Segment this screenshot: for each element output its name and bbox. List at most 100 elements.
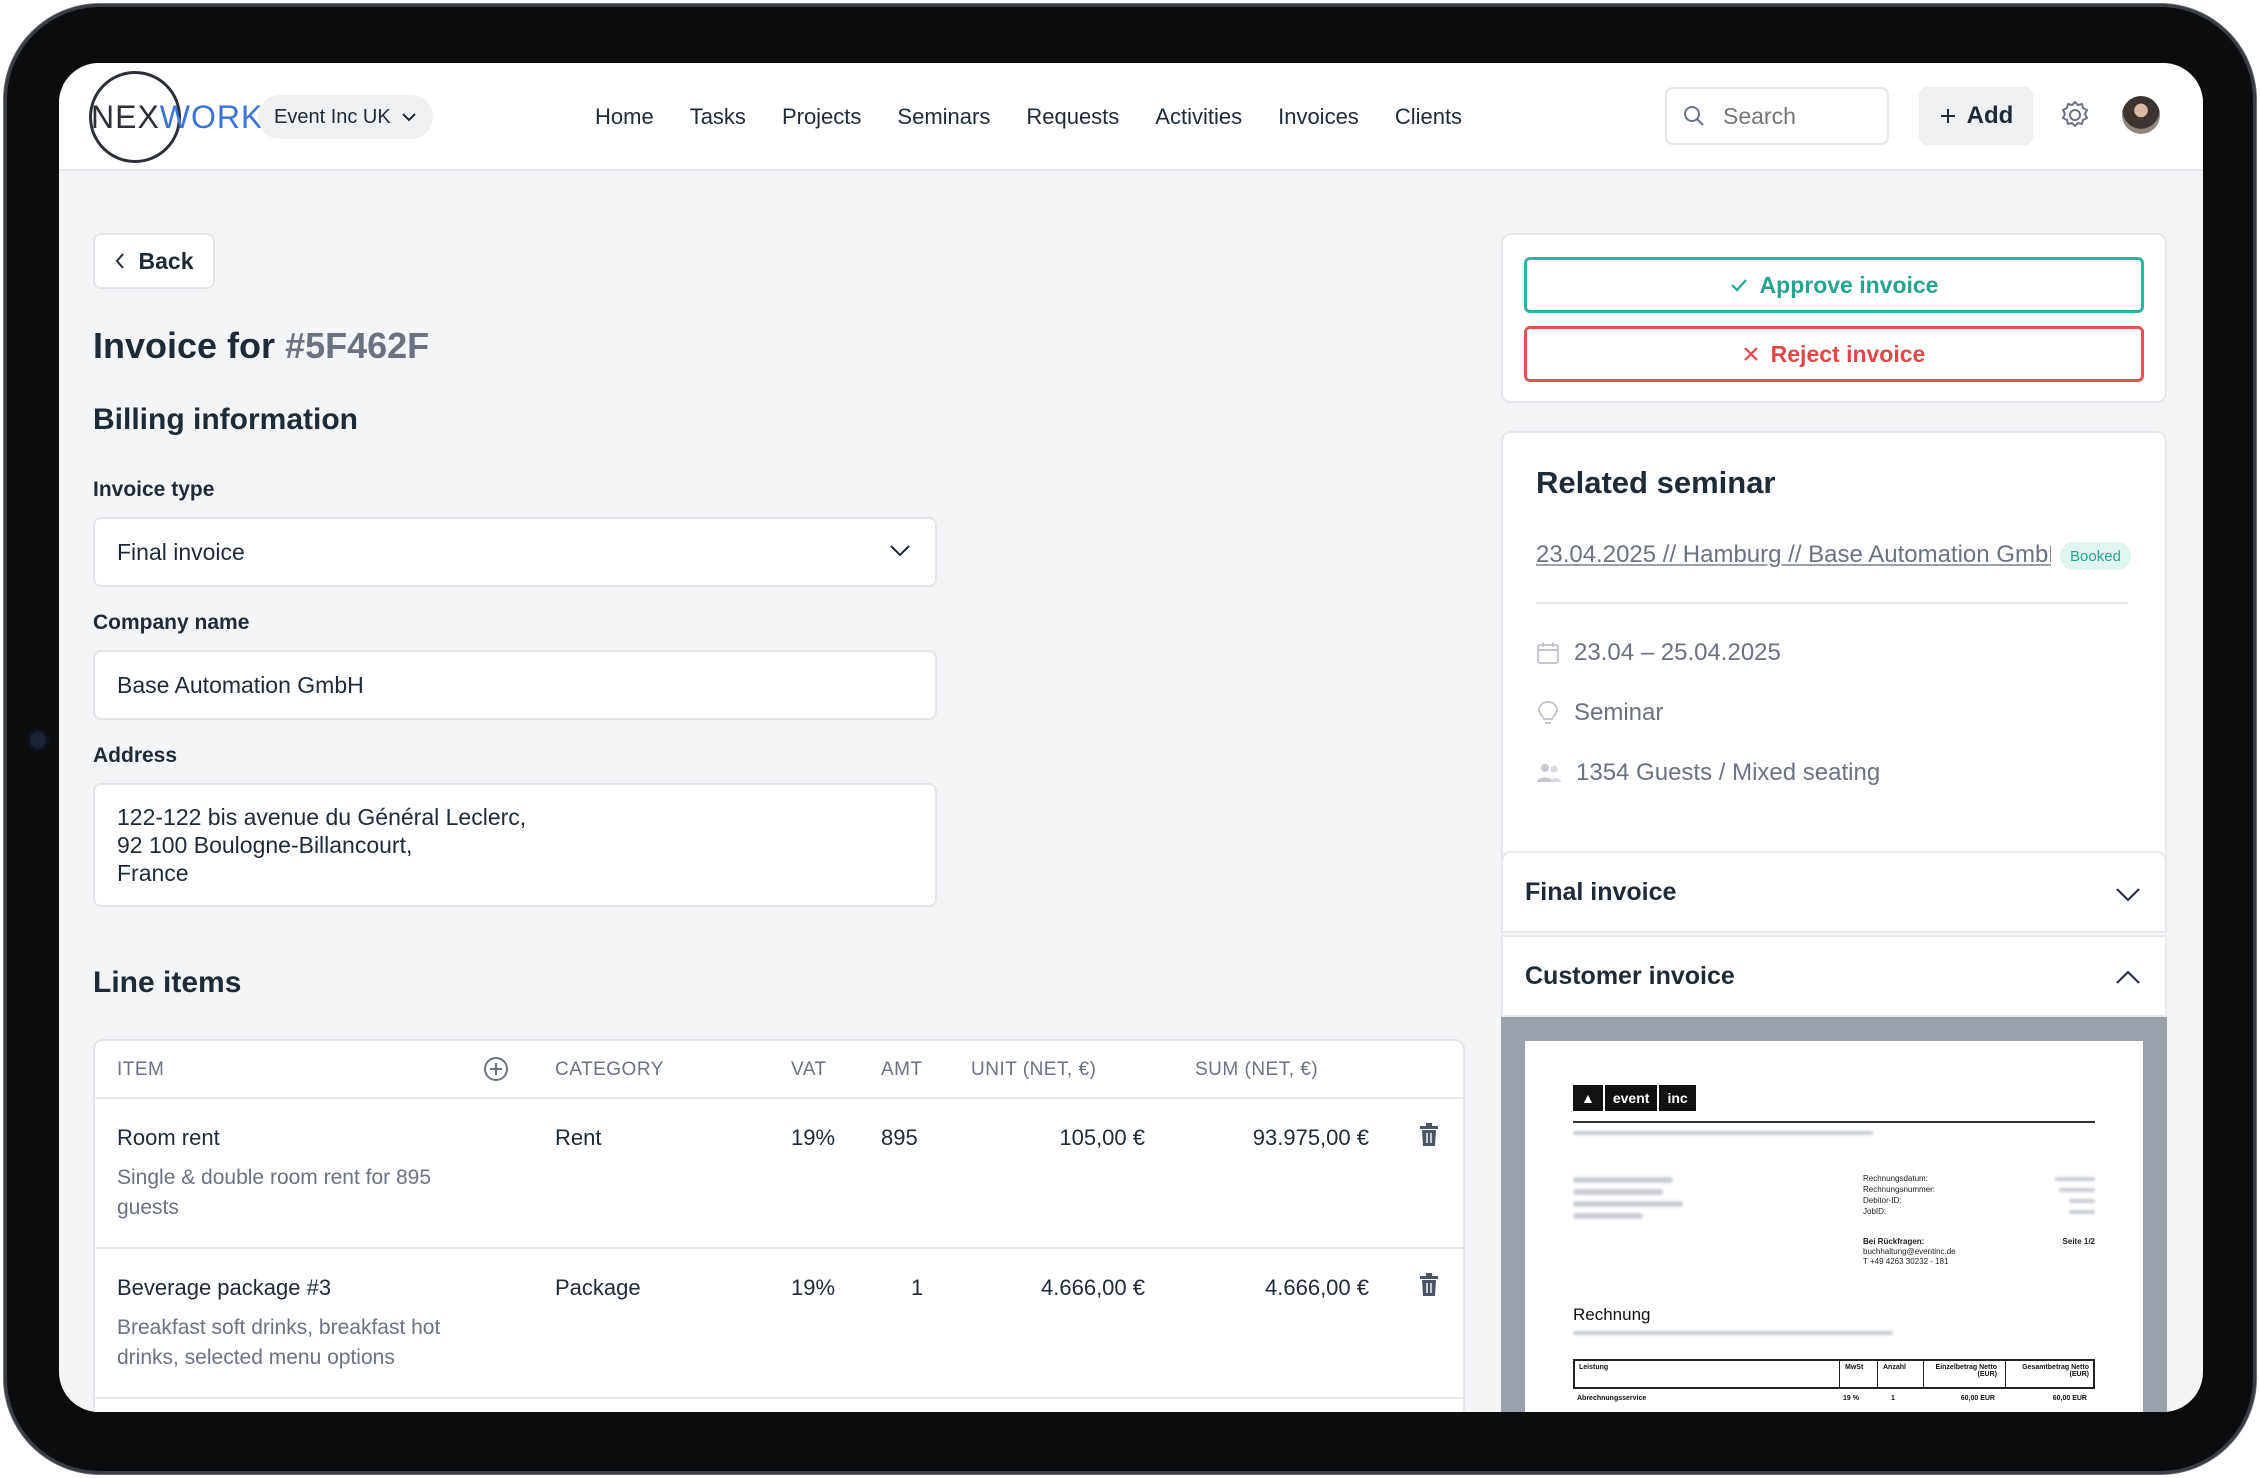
doc-meta-label: Rechnungsnummer: [1863, 1185, 1936, 1194]
item-name: Room rent [117, 1125, 220, 1150]
item-category: Rent [555, 1125, 602, 1150]
col-item: ITEM [117, 1059, 165, 1080]
event-inc-logo: ▲ event inc [1573, 1085, 1696, 1111]
doc-meta-labels: Rechnungsdatum: Rechnungsnummer: Debitor… [1863, 1173, 1935, 1217]
doc-col-divider [2005, 1361, 2006, 1387]
chevron-left-icon [115, 253, 124, 269]
doc-col: MwSt [1845, 1364, 1864, 1371]
page-title-prefix: Invoice for [93, 325, 276, 366]
doc-table-header: Leistung MwSt Anzahl Einzelbetrag Netto … [1573, 1359, 2095, 1389]
doc-cell: 60,00 EUR [1960, 1395, 1995, 1402]
nexwork-logo[interactable]: NEXWORK [89, 71, 263, 163]
doc-contact-email: buchhaltung@eventinc.de [1863, 1247, 1956, 1256]
doc-meta-label: Rechnungsdatum: [1863, 1174, 1928, 1183]
seminar-guests: 1354 Guests / Mixed seating [1536, 759, 1880, 787]
seminar-dates-text: 23.04 – 25.04.2025 [1574, 639, 1781, 666]
item-amt: 895 [881, 1125, 918, 1150]
doc-col-divider [1839, 1361, 1840, 1387]
doc-cell: 60,00 EUR [2052, 1395, 2087, 1402]
item-sum: 93.975,00 € [1252, 1125, 1369, 1150]
gear-icon[interactable] [2058, 98, 2092, 132]
main-nav: Home Tasks Projects Seminars Requests Ac… [595, 63, 1498, 171]
search-box[interactable] [1665, 87, 1889, 145]
item-description: Single & double room rent for 895 guests [117, 1166, 432, 1219]
doc-cell: 19 % [1843, 1395, 1859, 1402]
address-textarea[interactable]: 122-122 bis avenue du Général Leclerc, 9… [93, 783, 937, 907]
doc-col: Einzelbetrag Netto (EUR) [1935, 1364, 1997, 1378]
top-navigation-bar: NEXWORK Event Inc UK Home Tasks Projects… [59, 63, 2203, 171]
doc-col: Leistung [1579, 1364, 1609, 1371]
nav-activities[interactable]: Activities [1155, 104, 1242, 130]
add-circle-icon[interactable] [483, 1056, 509, 1082]
approve-invoice-label: Approve invoice [1759, 271, 1939, 298]
line-items-heading: Line items [93, 966, 242, 999]
address-label: Address [93, 744, 178, 767]
status-badge: Booked [2060, 542, 2131, 570]
blurred-line [1573, 1131, 1873, 1135]
nav-tasks[interactable]: Tasks [690, 104, 746, 130]
blurred-line [1573, 1177, 1673, 1183]
customer-invoice-accordion[interactable]: Customer invoice [1501, 935, 2167, 1017]
item-sum: 4.666,00 € [1265, 1275, 1369, 1300]
camera-dot [30, 732, 46, 748]
final-invoice-accordion-label: Final invoice [1525, 877, 1677, 906]
reject-invoice-button[interactable]: Reject invoice [1524, 326, 2144, 382]
item-unit: 4.666,00 € [1041, 1275, 1145, 1300]
doc-meta-label: Debitor-ID: [1863, 1196, 1902, 1205]
search-input[interactable] [1721, 101, 1871, 131]
invoice-type-label: Invoice type [93, 478, 215, 501]
item-unit: 105,00 € [1059, 1125, 1145, 1150]
seminar-guests-text: 1354 Guests / Mixed seating [1576, 759, 1881, 786]
seminar-dates: 23.04 – 25.04.2025 [1536, 639, 1781, 667]
doc-meta-label: JobID: [1863, 1207, 1887, 1216]
doc-heading: Rechnung [1573, 1305, 1651, 1324]
final-invoice-accordion[interactable]: Final invoice [1501, 851, 2167, 933]
plus-icon [1940, 109, 1955, 123]
related-seminar-heading: Related seminar [1536, 465, 1776, 500]
item-vat: 19% [791, 1275, 836, 1300]
billing-heading: Billing information [93, 403, 358, 436]
table-row[interactable]: Room rent Single & double room rent for … [95, 1099, 1463, 1249]
col-sum: SUM (NET, €) [1195, 1059, 1319, 1080]
chevron-up-icon [2116, 970, 2140, 984]
add-button-label: Add [1966, 102, 2014, 129]
doc-col: Anzahl [1883, 1364, 1906, 1371]
company-name-value: Base Automation GmbH [117, 671, 364, 698]
nav-seminars[interactable]: Seminars [897, 104, 990, 130]
doc-cell: Abrechnungsservice [1577, 1395, 1647, 1402]
nav-requests[interactable]: Requests [1026, 104, 1119, 130]
user-avatar[interactable] [2122, 96, 2160, 134]
nav-clients[interactable]: Clients [1395, 104, 1462, 130]
trash-icon[interactable] [1419, 1273, 1439, 1297]
nav-projects[interactable]: Projects [782, 104, 861, 130]
back-button[interactable]: Back [93, 233, 215, 289]
org-switcher[interactable]: Event Inc UK [258, 95, 433, 139]
logo-text-accent: WORK [159, 98, 264, 135]
table-row[interactable]: Beverage package #3 Breakfast soft drink… [95, 1249, 1463, 1399]
chevron-down-icon [2116, 888, 2140, 902]
doc-col: Gesamtbetrag Netto (EUR) [2022, 1364, 2089, 1378]
related-seminar-link[interactable]: 23.04.2025 // Hamburg // Base Automation… [1536, 541, 2051, 569]
add-button[interactable]: Add [1919, 87, 2033, 145]
calendar-icon [1537, 642, 1559, 664]
logo-text-main: NEX [91, 98, 160, 135]
blurred-line [2069, 1210, 2095, 1214]
blurred-line [2069, 1199, 2095, 1203]
logo-text: NEXWORK [89, 99, 263, 136]
doc-table-row: Abrechnungsservice 19 % 1 60,00 EUR 60,0… [1573, 1393, 2095, 1409]
reject-invoice-label: Reject invoice [1770, 340, 1926, 367]
org-switcher-label: Event Inc UK [274, 105, 391, 128]
trash-icon[interactable] [1419, 1123, 1439, 1147]
page-title: Invoice for #5F462F [93, 325, 429, 367]
approve-invoice-button[interactable]: Approve invoice [1524, 257, 2144, 313]
item-name: Beverage package #3 [117, 1275, 332, 1300]
doc-col-divider [1877, 1361, 1878, 1387]
invoice-id: #5F462F [285, 325, 430, 366]
nav-home[interactable]: Home [595, 104, 654, 130]
blurred-line [1573, 1189, 1663, 1195]
invoice-type-select[interactable]: Final invoice [93, 517, 937, 587]
nav-invoices[interactable]: Invoices [1278, 104, 1359, 130]
customer-invoice-preview[interactable]: ▲ event inc Rechnungsdatum: Rechnungsnum… [1501, 1017, 2167, 1412]
invoice-document-page: ▲ event inc Rechnungsdatum: Rechnungsnum… [1525, 1041, 2143, 1412]
company-name-field[interactable]: Base Automation GmbH [93, 650, 937, 720]
